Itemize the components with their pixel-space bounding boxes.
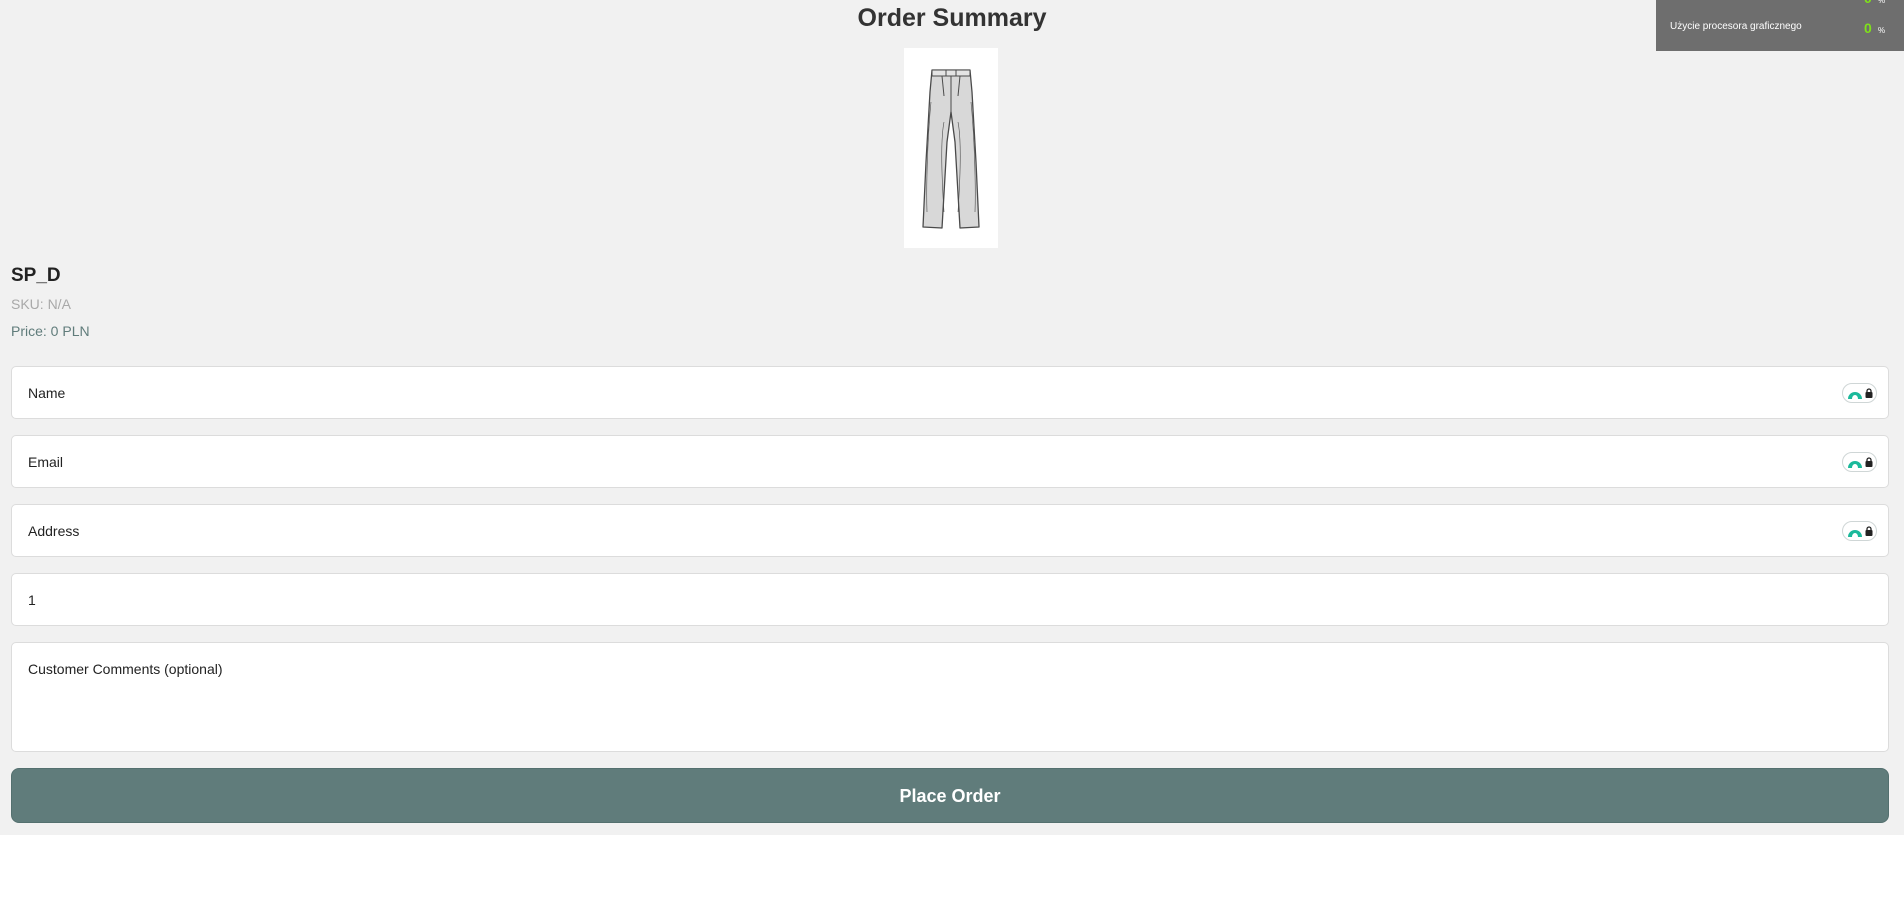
teal-arc-icon [1847, 460, 1862, 468]
place-order-button[interactable]: Place Order [11, 768, 1889, 823]
product-sku: SKU: N/A [11, 296, 71, 312]
product-name: SP_D [11, 265, 61, 286]
quantity-field-value: 1 [28, 591, 36, 608]
cpu-usage-unit: % [1878, 0, 1886, 5]
email-field-value: Email [28, 453, 64, 470]
gpu-usage-unit: % [1878, 26, 1886, 35]
lock-icon [1865, 387, 1872, 398]
product-price: Price: 0 PLN [11, 323, 90, 339]
email-field[interactable]: Email [11, 435, 1889, 488]
teal-arc-icon [1847, 529, 1862, 537]
gpu-usage-overlay: 0 % Użycie procesora graficznego 0 % [1656, 0, 1904, 51]
lock-icon [1865, 456, 1872, 467]
password-manager-lock-icon[interactable] [1842, 520, 1877, 541]
teal-arc-icon [1847, 391, 1862, 399]
page-title: Order Summary [857, 4, 1047, 32]
comments-field-value: Customer Comments (optional) [28, 661, 223, 677]
lock-icon [1865, 525, 1872, 536]
gpu-usage-label: Użycie procesora graficznego [1670, 21, 1802, 32]
customer-comments-textarea[interactable]: Customer Comments (optional) [11, 642, 1889, 752]
name-field-value: Name [28, 384, 66, 401]
product-image [904, 48, 998, 248]
address-field-value: Address [28, 522, 80, 539]
password-manager-lock-icon[interactable] [1842, 451, 1877, 472]
name-field[interactable]: Name [11, 366, 1889, 419]
password-manager-lock-icon[interactable] [1842, 382, 1877, 403]
trousers-sketch-icon [922, 69, 980, 229]
page-background: Order Summary SP_D SKU: N/A Price: 0 PLN [0, 0, 1904, 835]
address-field[interactable]: Address [11, 504, 1889, 557]
gpu-usage-value: 0 [1864, 20, 1872, 36]
cpu-usage-value: 0 [1864, 0, 1872, 6]
quantity-field[interactable]: 1 [11, 573, 1889, 626]
